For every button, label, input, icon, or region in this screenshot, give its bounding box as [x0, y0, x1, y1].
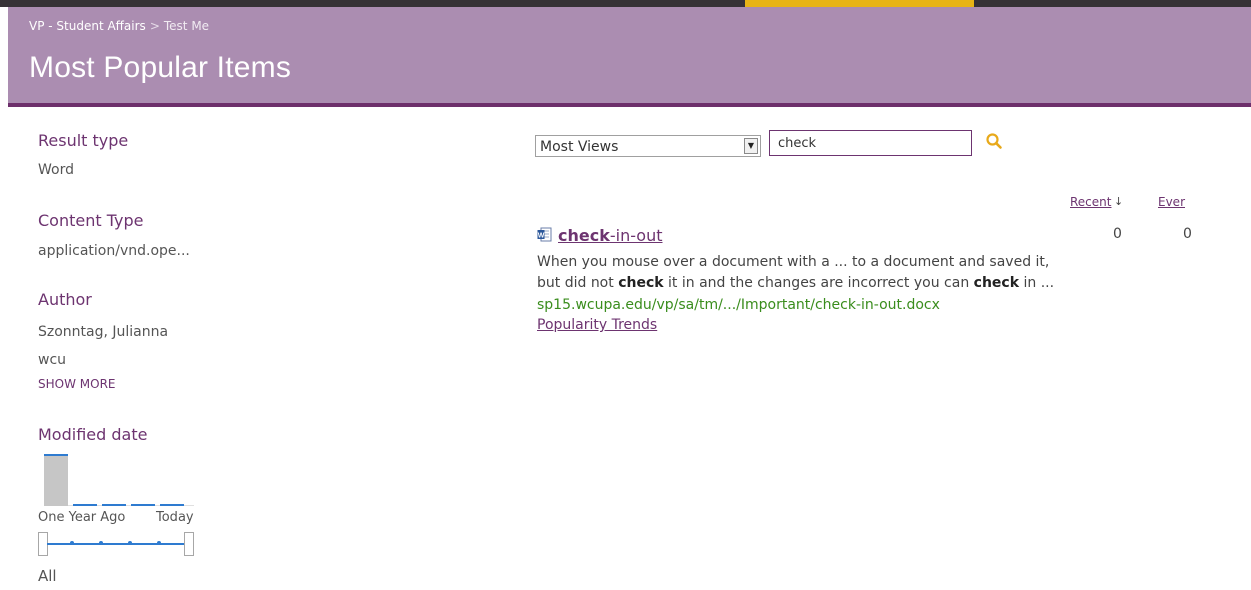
- breadcrumb: VP - Student Affairs > Test Me: [29, 19, 209, 33]
- search-icon[interactable]: [985, 132, 1003, 150]
- snippet-highlight: check: [973, 275, 1020, 291]
- suite-bar: [0, 0, 1251, 7]
- suite-bar-accent: [745, 0, 974, 7]
- ever-column-header[interactable]: Ever: [1158, 195, 1185, 209]
- slider-tick: [157, 541, 161, 545]
- histogram-axis-left-label: One Year Ago: [38, 510, 126, 525]
- date-range-label: All: [38, 567, 57, 585]
- svg-text:W: W: [538, 232, 545, 239]
- recent-count: 0: [1113, 226, 1122, 242]
- popularity-trends-link[interactable]: Popularity Trends: [537, 317, 657, 333]
- histogram-bar[interactable]: [102, 504, 126, 506]
- slider-tick: [99, 541, 103, 545]
- refiner-value-content-type[interactable]: application/vnd.ope...: [38, 243, 190, 259]
- word-document-icon: W: [537, 227, 552, 242]
- histogram-bar[interactable]: [131, 504, 155, 506]
- refiner-title-content-type: Content Type: [38, 211, 144, 230]
- page-header: VP - Student Affairs > Test Me Most Popula…: [8, 7, 1251, 107]
- page-title: Most Popular Items: [29, 51, 292, 84]
- modified-date-histogram[interactable]: [44, 454, 194, 506]
- refiner-value-author-1[interactable]: Szonntag, Julianna: [38, 324, 168, 340]
- search-input[interactable]: [769, 130, 972, 156]
- snippet-text: in ...: [1019, 275, 1055, 291]
- snippet-text: but did not: [537, 275, 619, 291]
- refiner-title-result-type: Result type: [38, 131, 129, 150]
- result-snippet-line-2: but did not check it in and the changes …: [537, 275, 1054, 291]
- slider-tick: [70, 541, 74, 545]
- snippet-highlight: check: [618, 275, 664, 291]
- breadcrumb-parent[interactable]: VP - Student Affairs: [29, 19, 146, 33]
- histogram-bar[interactable]: [73, 504, 97, 506]
- sort-dropdown[interactable]: Most Views ▼: [535, 135, 761, 157]
- result-title-link[interactable]: check-in-out: [558, 226, 663, 245]
- refiner-value-author-2[interactable]: wcu: [38, 352, 66, 368]
- result-snippet-line-1: When you mouse over a document with a ..…: [537, 254, 1050, 270]
- result-title-rest: -in-out: [609, 226, 663, 245]
- dropdown-arrow-icon[interactable]: ▼: [744, 138, 758, 154]
- breadcrumb-current[interactable]: Test Me: [164, 19, 209, 33]
- show-more-link[interactable]: SHOW MORE: [38, 377, 115, 391]
- result-title-highlight: check: [558, 226, 610, 245]
- recent-column-header[interactable]: Recent: [1070, 195, 1111, 209]
- slider-tick: [128, 541, 132, 545]
- sort-dropdown-value: Most Views: [540, 139, 619, 155]
- snippet-text: it in and the changes are incorrect you …: [663, 275, 974, 291]
- refiner-title-modified-date: Modified date: [38, 425, 148, 444]
- date-range-slider[interactable]: [38, 532, 195, 556]
- histogram-bar[interactable]: [44, 454, 68, 506]
- slider-track: [47, 543, 187, 545]
- sort-descending-icon: ↓: [1114, 195, 1124, 208]
- slider-handle-right[interactable]: [184, 532, 194, 556]
- breadcrumb-separator: >: [149, 19, 160, 33]
- result-url: sp15.wcupa.edu/vp/sa/tm/.../Important/ch…: [537, 297, 940, 313]
- refiner-title-author: Author: [38, 290, 92, 309]
- ever-count: 0: [1183, 226, 1192, 242]
- histogram-bar[interactable]: [160, 504, 184, 506]
- refiner-value-word[interactable]: Word: [38, 162, 74, 178]
- histogram-axis-right-label: Today: [156, 510, 194, 525]
